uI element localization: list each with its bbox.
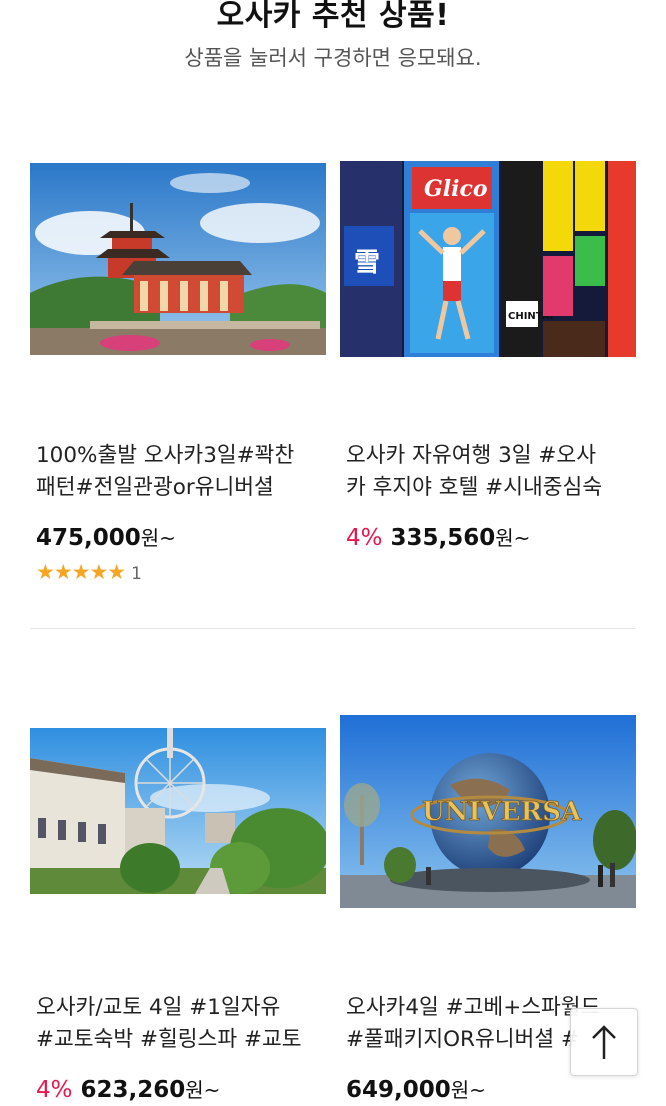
svg-text:UNIVERSA: UNIVERSA — [422, 797, 582, 827]
product-image-outlet-ferris-wheel[interactable] — [30, 728, 326, 894]
product-price: 4% 623,260원~ — [36, 1077, 221, 1103]
star-icon: ★★★★★ — [36, 560, 126, 584]
star-rating: ★★★★★ 1 — [36, 560, 142, 584]
product-price: 649,000원~ — [346, 1077, 486, 1103]
product-image-dotonbori-signs[interactable]: 雪 Glico CHINTAI — [340, 161, 636, 357]
divider — [30, 628, 636, 629]
product-price: 4% 335,560원~ — [346, 525, 531, 551]
section-subtitle: 상품을 눌러서 구경하면 응모돼요. — [184, 46, 482, 70]
product-image-kiyomizu-temple[interactable] — [30, 163, 326, 355]
product-title[interactable]: 100%출발 오사카3일#꽉찬 패턴#전일관광or유니버셜 — [36, 440, 326, 504]
section-title: 오사카 추천 상품! — [216, 0, 450, 33]
scroll-to-top-button[interactable] — [570, 1008, 638, 1076]
product-price: 475,000원~ — [36, 525, 176, 551]
discount-rate: 4% — [36, 1077, 73, 1103]
product-title[interactable]: 오사카/교토 4일 #1일자유 #교토숙박 #힐링스파 #교토 — [36, 992, 326, 1056]
svg-text:雪: 雪 — [354, 248, 380, 278]
svg-text:Glico: Glico — [424, 176, 488, 202]
discount-rate: 4% — [346, 525, 383, 551]
product-image-universal-globe[interactable]: UNIVERSA — [340, 715, 636, 908]
product-title[interactable]: 오사카 자유여행 3일 #오사 카 후지야 호텔 #시내중심숙 — [346, 440, 636, 504]
arrow-up-icon — [592, 1025, 616, 1059]
